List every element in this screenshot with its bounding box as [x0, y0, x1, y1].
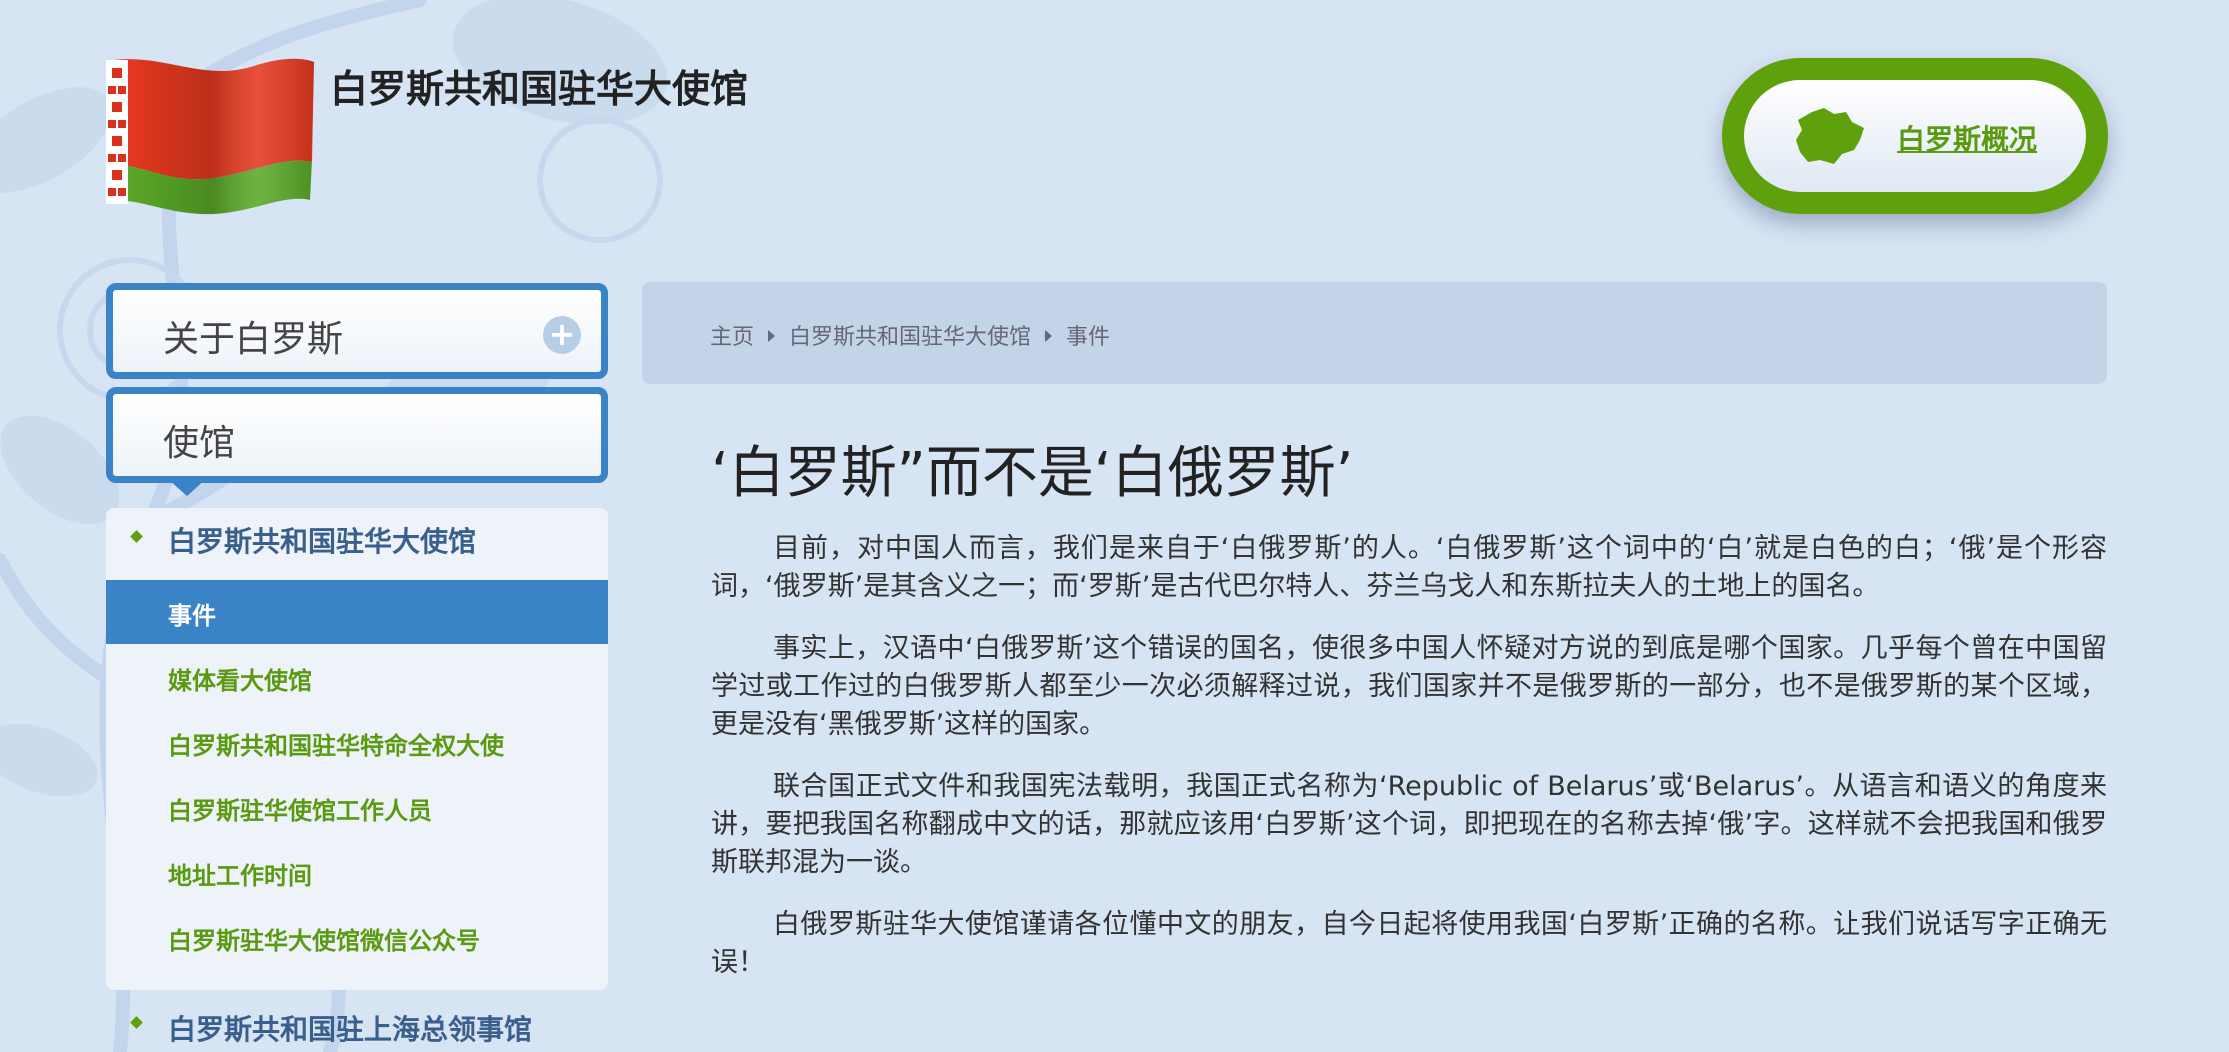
active-pointer — [169, 480, 205, 496]
bullet-icon — [130, 1016, 143, 1029]
bullet-icon — [130, 530, 143, 543]
submenu-item-label: 事件 — [168, 602, 216, 630]
sidebar-about-belarus[interactable]: 关于白罗斯 + — [106, 283, 608, 379]
belarus-map-icon — [1796, 108, 1864, 164]
submenu-item-label: 地址工作时间 — [168, 862, 312, 890]
sidebar-about-label: 关于白罗斯 — [163, 319, 344, 360]
submenu-item-media[interactable]: 媒体看大使馆 — [106, 645, 608, 709]
submenu-item-events[interactable]: 事件 — [106, 580, 608, 644]
submenu-group-embassy[interactable]: 白罗斯共和国驻华大使馆 — [106, 508, 608, 568]
article-paragraph: 事实上，汉语中‘白俄罗斯’这个错误的国名，使很多中国人怀疑对方说的到底是哪个国家… — [711, 633, 2107, 740]
submenu-item-address-hours[interactable]: 地址工作时间 — [106, 840, 608, 904]
submenu-group-title: 白罗斯共和国驻上海总领事馆 — [168, 1013, 533, 1046]
belarus-overview-button[interactable]: 白罗斯概况 — [1722, 58, 2108, 214]
plus-icon[interactable]: + — [543, 316, 581, 354]
breadcrumb: 主页 白罗斯共和国驻华大使馆 事件 — [642, 282, 2107, 384]
article-title: ‘白罗斯”而不是‘白俄罗斯’ — [711, 441, 1354, 506]
submenu-item-label: 白罗斯共和国驻华特命全权大使 — [168, 732, 504, 760]
breadcrumb-current: 事件 — [1066, 325, 1111, 350]
submenu-group-shanghai[interactable]: 白罗斯共和国驻上海总领事馆 — [106, 1000, 608, 1052]
sidebar-embassy-label: 使馆 — [163, 423, 236, 464]
article-paragraph: 目前，对中国人而言，我们是来自于‘白俄罗斯’的人。‘白俄罗斯’这个词中的‘白’就… — [711, 533, 2107, 602]
article-body: 目前，对中国人而言，我们是来自于‘白俄罗斯’的人。‘白俄罗斯’这个词中的‘白’就… — [711, 530, 2107, 1006]
embassy-submenu: 白罗斯共和国驻华大使馆 事件 媒体看大使馆 白罗斯共和国驻华特命全权大使 白罗斯… — [106, 508, 608, 990]
submenu-item-ambassador[interactable]: 白罗斯共和国驻华特命全权大使 — [106, 710, 608, 774]
chevron-right-icon — [1045, 330, 1053, 342]
submenu-group-title: 白罗斯共和国驻华大使馆 — [168, 525, 477, 558]
belarus-flag-icon — [106, 58, 314, 215]
site-title: 白罗斯共和国驻华大使馆 — [330, 67, 749, 111]
breadcrumb-home[interactable]: 主页 — [710, 325, 754, 350]
overview-button-inner: 白罗斯概况 — [1744, 80, 2086, 192]
article-paragraph: 联合国正式文件和我国宪法载明，我国正式名称为‘Republic of Belar… — [711, 771, 2107, 878]
breadcrumb-section[interactable]: 白罗斯共和国驻华大使馆 — [789, 325, 1031, 350]
submenu-item-wechat[interactable]: 白罗斯驻华大使馆微信公众号 — [106, 905, 608, 969]
submenu-item-label: 媒体看大使馆 — [168, 667, 312, 695]
overview-button-label: 白罗斯概况 — [1897, 123, 2038, 156]
submenu-item-label: 白罗斯驻华大使馆微信公众号 — [168, 927, 480, 955]
article-paragraph: 白俄罗斯驻华大使馆谨请各位懂中文的朋友，自今日起将使用我国‘白罗斯’正确的名称。… — [711, 909, 2107, 978]
submenu-item-label: 白罗斯驻华使馆工作人员 — [168, 797, 432, 825]
sidebar-embassy[interactable]: 使馆 — [106, 387, 608, 496]
chevron-right-icon — [768, 330, 776, 342]
submenu-item-staff[interactable]: 白罗斯驻华使馆工作人员 — [106, 775, 608, 839]
